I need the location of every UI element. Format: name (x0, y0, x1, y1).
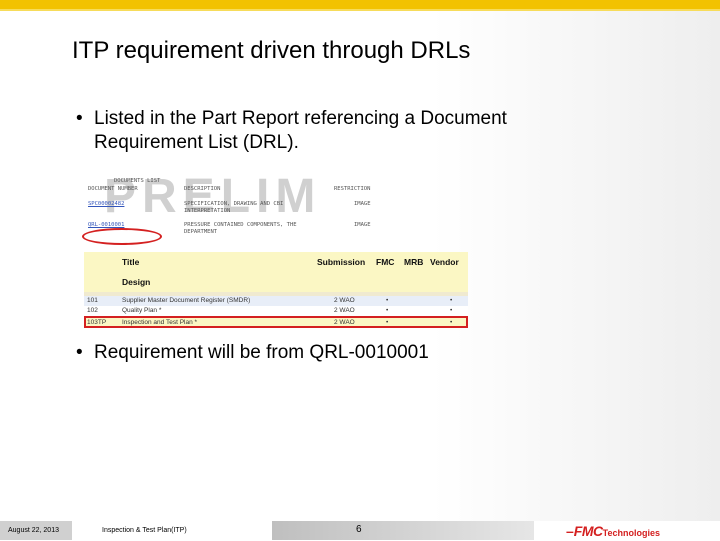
row-title: Supplier Master Document Register (SMDR) (122, 297, 251, 304)
scan-row-description-2: INTERPRETATION (184, 208, 231, 214)
drl-table: Title Submission FMC MRB Vendor Design 1… (84, 252, 468, 329)
slide-title: ITP requirement driven through DRLs (72, 37, 471, 64)
row-fmc: • (386, 319, 389, 326)
row-vendor: • (450, 307, 453, 314)
footer-logo-block: –FMCTechnologies (534, 521, 720, 540)
row-title: Quality Plan * (122, 307, 162, 314)
table-row-highlighted: 103TP Inspection and Test Plan * 2 WAO •… (84, 316, 468, 328)
bullet-text: Listed in the Part Report referencing a … (94, 108, 507, 153)
row-title: Inspection and Test Plan * (122, 319, 198, 326)
scan-col-description: DESCRIPTION (184, 186, 221, 192)
row-vendor: • (450, 319, 453, 326)
footer-page-block: 6 (272, 521, 534, 540)
embedded-drl-screenshot: PRELIM DOCUMENTS LIST DOCUMENT NUMBER DE… (82, 170, 468, 329)
bullet-item: • Requirement will be from QRL-0010001 (76, 341, 594, 365)
row-code: 103TP (87, 319, 107, 326)
page-number: 6 (356, 524, 362, 535)
bullet-item: • Listed in the Part Report referencing … (76, 107, 594, 155)
row-fmc: • (386, 307, 389, 314)
drl-col-vendor: Vendor (430, 257, 459, 267)
bullet-icon: • (76, 342, 83, 363)
top-accent-bar (0, 0, 720, 9)
scan-row-number[interactable]: SPC00002482 (88, 201, 124, 207)
row-code: 101 (87, 297, 98, 304)
scan-row-restriction: IMAGE (354, 222, 371, 228)
scan-col-number: DOCUMENT NUMBER (88, 186, 138, 192)
scan-header-top: DOCUMENTS LIST (114, 178, 161, 184)
row-vendor: • (450, 297, 453, 304)
fmc-technologies-logo: –FMCTechnologies (566, 523, 660, 539)
row-fmc: • (386, 297, 389, 304)
drl-col-title: Title (122, 257, 140, 267)
bullet-icon: • (76, 108, 83, 129)
scan-col-restriction: RESTRICTION (334, 186, 371, 192)
row-code: 102 (87, 307, 98, 314)
row-submission: 2 WAO (334, 319, 355, 326)
red-highlight-oval (82, 228, 162, 245)
drl-section-row: Design (84, 272, 468, 292)
footer-title-block: Inspection & Test Plan(ITP) (72, 521, 272, 540)
drl-col-fmc: FMC (376, 257, 395, 267)
bullet-text: Requirement will be from QRL-0010001 (94, 342, 429, 363)
slide-canvas: ITP requirement driven through DRLs • Li… (0, 11, 720, 521)
table-row: 101 Supplier Master Document Register (S… (84, 296, 468, 306)
drl-col-submission: Submission (317, 257, 366, 267)
footer-doc-title: Inspection & Test Plan(ITP) (102, 527, 187, 534)
footer-date-block: August 22, 2013 (0, 521, 72, 540)
slide-footer: August 22, 2013 Inspection & Test Plan(I… (0, 521, 720, 540)
table-row: 102 Quality Plan * 2 WAO • • (84, 306, 468, 316)
drl-section-label: Design (122, 277, 151, 287)
scan-row-description-2: DEPARTMENT (184, 229, 218, 235)
drl-table-header: Title Submission FMC MRB Vendor (84, 252, 468, 272)
scan-row-description: SPECIFICATION, DRAWING AND CBI (184, 201, 284, 207)
scan-row-description: PRESSURE CONTAINED COMPONENTS, THE (184, 222, 297, 228)
part-report-scan: PRELIM DOCUMENTS LIST DOCUMENT NUMBER DE… (82, 170, 394, 252)
drl-col-mrb: MRB (404, 257, 424, 267)
footer-date: August 22, 2013 (8, 527, 59, 534)
scan-row-restriction: IMAGE (354, 201, 371, 207)
row-submission: 2 WAO (334, 297, 355, 304)
row-submission: 2 WAO (334, 307, 355, 314)
